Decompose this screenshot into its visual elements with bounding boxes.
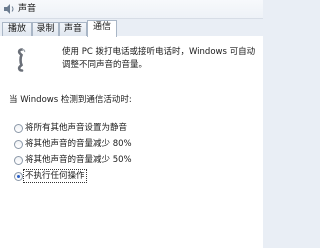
speaker-icon bbox=[4, 4, 14, 14]
option-label: 将其他声音的音量减少 80% bbox=[25, 139, 132, 149]
communications-prompt: 当 Windows 检测到通信活动时: bbox=[9, 95, 132, 105]
tab-playback[interactable]: 播放 bbox=[2, 22, 32, 36]
communications-description: 使用 PC 拨打电话或接听电话时，Windows 可自动调整不同声音的音量。 bbox=[62, 47, 256, 70]
title-bar: 声音 bbox=[0, 0, 263, 19]
tab-sounds[interactable]: 声音 bbox=[59, 22, 87, 36]
option-label: 将所有其他声音设置为静音 bbox=[25, 123, 128, 133]
tab-bar: 播放 录制 声音 通信 bbox=[0, 20, 263, 37]
phone-icon bbox=[17, 48, 26, 72]
communications-panel: 使用 PC 拨打电话或接听电话时，Windows 可自动调整不同声音的音量。 当… bbox=[0, 36, 263, 248]
window-title: 声音 bbox=[18, 4, 37, 14]
radio-button[interactable] bbox=[14, 140, 23, 149]
option-label: 不执行任何操作 bbox=[23, 169, 87, 183]
tab-communications[interactable]: 通信 bbox=[87, 20, 117, 37]
option-label: 将其他声音的音量减少 50% bbox=[25, 155, 132, 165]
radio-button[interactable] bbox=[14, 156, 23, 165]
radio-button-selected[interactable] bbox=[14, 172, 23, 181]
radio-button[interactable] bbox=[14, 124, 23, 133]
tab-recording[interactable]: 录制 bbox=[32, 22, 59, 36]
